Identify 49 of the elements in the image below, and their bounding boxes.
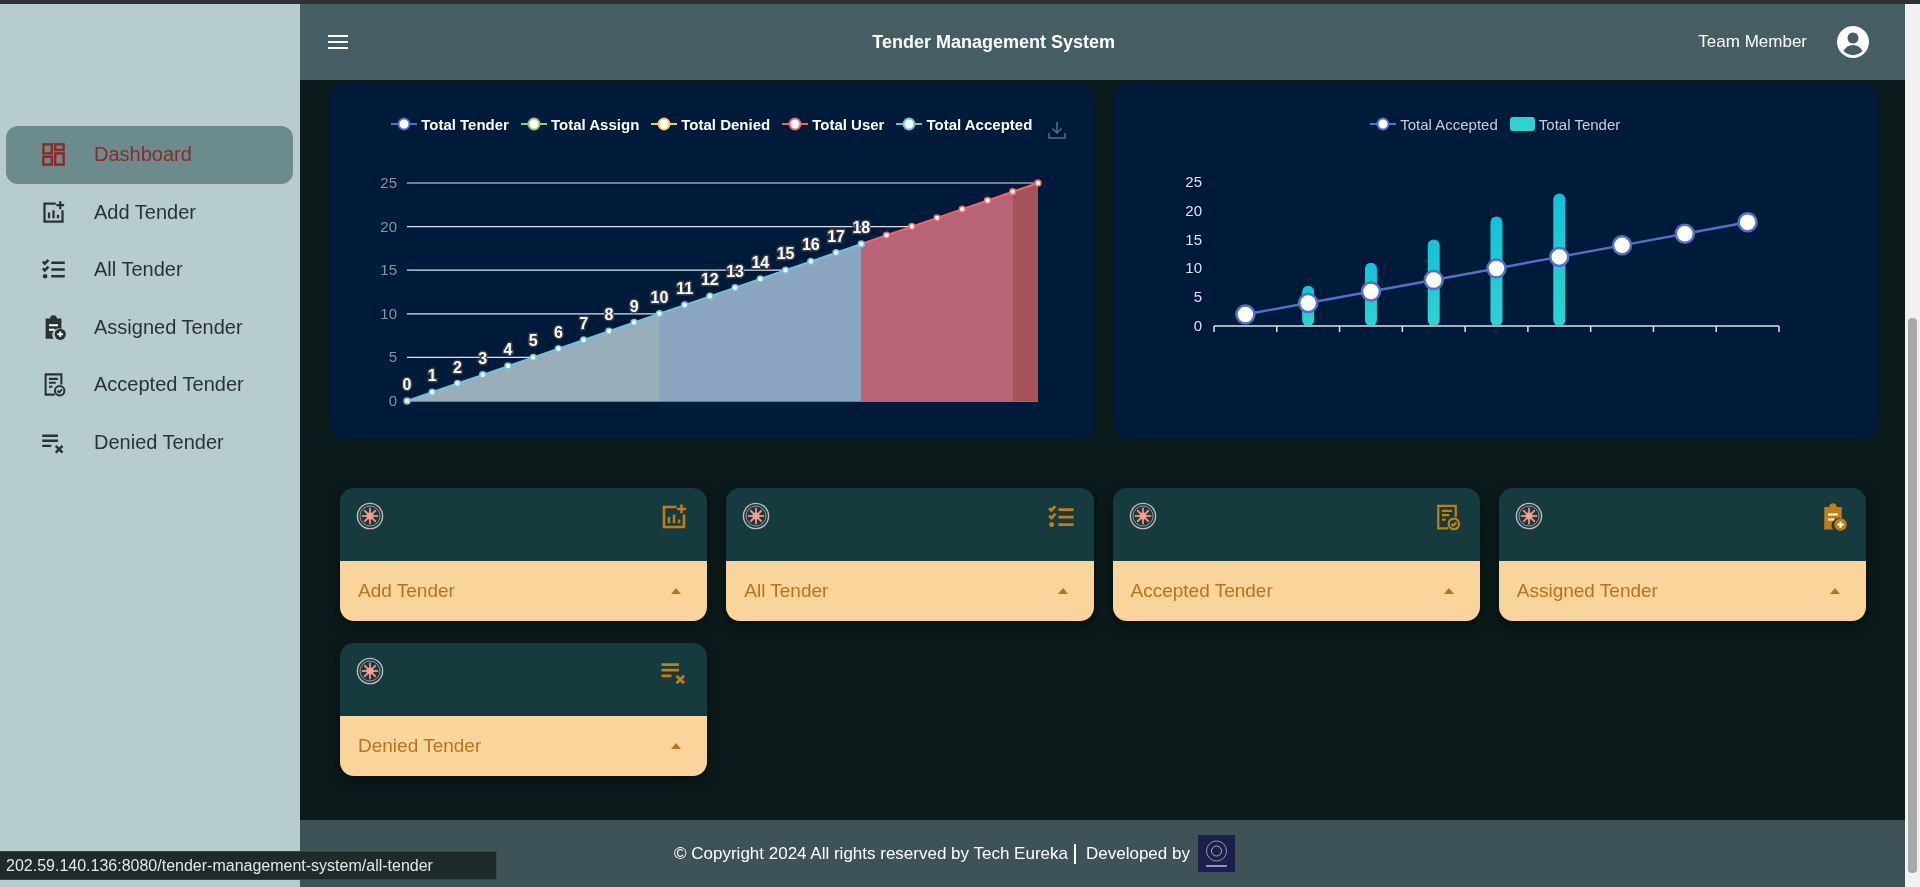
legend-label[interactable]: Total Accepted xyxy=(926,115,1033,133)
axis-label: 5 xyxy=(388,348,397,366)
value-label: 16 xyxy=(801,236,820,254)
status-url: 202.59.140.136:8080/tender-management-system/all-tender xyxy=(0,851,497,880)
legend-label[interactable]: Total Assign xyxy=(550,115,640,133)
sidebar-item[interactable]: Accepted Tender xyxy=(6,356,293,414)
axis-label: 20 xyxy=(1184,201,1202,219)
axis-label: 15 xyxy=(1184,230,1202,248)
legend-label[interactable]: Total Tender xyxy=(1538,115,1621,133)
value-label: 14 xyxy=(751,253,770,271)
card-title: All Tender xyxy=(744,580,829,602)
axis-label: 25 xyxy=(380,174,397,191)
axis-label: 10 xyxy=(1184,259,1202,277)
value-label: 7 xyxy=(579,314,589,332)
card-title: Denied Tender xyxy=(358,735,482,757)
card-title: Add Tender xyxy=(358,580,455,602)
value-label: 15 xyxy=(776,245,795,263)
card-title: Accepted Tender xyxy=(1130,580,1273,602)
legend-label[interactable]: Total Denied xyxy=(681,115,771,133)
sidebar-item[interactable]: Add Tender xyxy=(6,183,293,241)
sidebar-item[interactable]: Denied Tender xyxy=(6,413,293,471)
axis-label: 20 xyxy=(380,217,397,235)
value-label: 6 xyxy=(554,323,563,341)
developer-label: Developed by xyxy=(1086,843,1190,864)
sidebar-item[interactable]: All Tender xyxy=(6,241,293,299)
value-label: 17 xyxy=(827,227,845,245)
value-label: 0 xyxy=(402,376,412,393)
user-name: Team Member xyxy=(1698,32,1807,52)
value-label: 12 xyxy=(701,271,719,289)
copyright-text: © Copyright 2024 All rights reserved by Tech Eureka xyxy=(674,843,1068,864)
value-label: 5 xyxy=(528,332,538,350)
sidebar-item[interactable]: Assigned Tender xyxy=(6,298,293,356)
value-label: 4 xyxy=(503,341,513,359)
axis-label: 15 xyxy=(380,261,397,279)
axis-label: 10 xyxy=(380,304,397,322)
card-title: Assigned Tender xyxy=(1516,580,1658,602)
axis-label: 5 xyxy=(1193,288,1202,306)
value-label: 2 xyxy=(453,358,462,376)
value-label: 9 xyxy=(629,297,639,315)
value-label: 11 xyxy=(676,280,694,298)
app-title: Tender Management System xyxy=(871,31,1117,53)
axis-label: 25 xyxy=(1184,173,1202,190)
value-label: 10 xyxy=(650,288,669,306)
legend-label[interactable]: Total User xyxy=(812,115,885,133)
value-label: 1 xyxy=(427,367,437,385)
legend-label[interactable]: Total Accepted xyxy=(1400,115,1498,133)
axis-label: 0 xyxy=(388,392,397,409)
legend-label[interactable]: Total Tender xyxy=(421,115,509,133)
axis-label: 0 xyxy=(1193,317,1202,334)
